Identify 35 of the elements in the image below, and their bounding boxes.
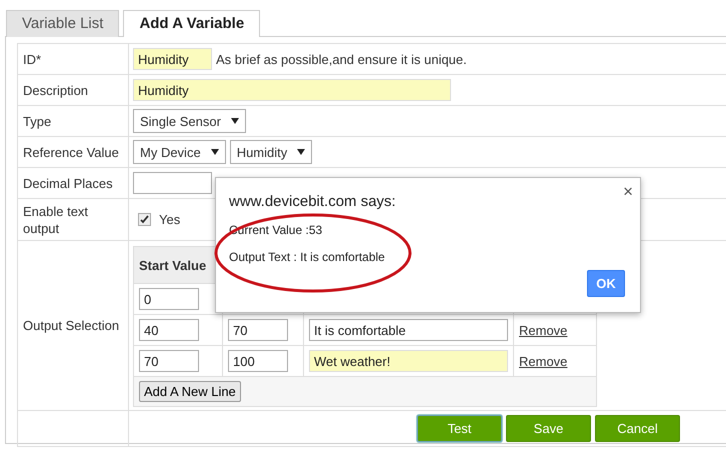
- dialog-title: www.devicebit.com says:: [229, 193, 397, 210]
- field-label: Output Selection: [23, 317, 120, 334]
- dialog-message: Output Text : It is comfortable: [229, 250, 386, 264]
- checkbox[interactable]: [138, 213, 151, 226]
- field-label: Type: [23, 112, 52, 130]
- hint-text: As brief as possible,and ensure it is unique.: [216, 52, 467, 66]
- field-label: Description: [23, 82, 88, 98]
- field-label: Reference Value: [23, 144, 119, 160]
- checkbox-label: Yes: [159, 212, 180, 227]
- field-label: Enable text output: [23, 202, 90, 236]
- text-field[interactable]: Humidity: [133, 48, 212, 70]
- text-field[interactable]: Humidity: [133, 79, 451, 101]
- tab[interactable]: Add A Variable: [123, 10, 260, 37]
- text-field[interactable]: [133, 172, 212, 194]
- start-value-field[interactable]: 40: [139, 319, 199, 341]
- end-value-field[interactable]: 100: [228, 350, 288, 372]
- field-label: ID*: [23, 50, 42, 68]
- dropdown[interactable]: Single Sensor: [133, 109, 246, 133]
- caret-icon: [210, 149, 219, 155]
- caret-icon: [297, 149, 306, 155]
- field-label: Decimal Places: [23, 174, 113, 192]
- end-value-field[interactable]: 70: [228, 319, 288, 341]
- caret-icon: [230, 118, 239, 124]
- start-value-field[interactable]: 70: [139, 350, 199, 372]
- tab[interactable]: Variable List: [6, 10, 120, 37]
- start-value-field[interactable]: 0: [139, 288, 199, 310]
- add-line-button[interactable]: Add A New Line: [139, 381, 241, 402]
- remove-link[interactable]: Remove: [519, 322, 568, 338]
- dropdown[interactable]: My Device: [133, 140, 226, 164]
- dropdown[interactable]: Humidity: [230, 140, 312, 164]
- output-text-field[interactable]: Wet weather!: [309, 350, 508, 372]
- output-text-field[interactable]: It is comfortable: [309, 319, 508, 341]
- close-button[interactable]: ×: [623, 182, 633, 202]
- column-header: Start Value: [139, 258, 206, 272]
- remove-link[interactable]: Remove: [519, 354, 568, 368]
